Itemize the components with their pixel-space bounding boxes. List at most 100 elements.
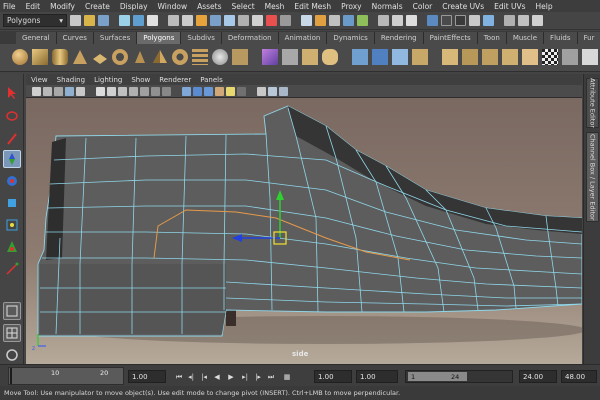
select-hierarchy-icon[interactable] (119, 15, 130, 26)
channel-box-tab[interactable]: Channel Box / Layer Editor (586, 132, 599, 222)
shadows-icon[interactable] (237, 87, 246, 96)
step-back-frame-icon[interactable]: ◂| (186, 372, 196, 382)
poly-cube-icon[interactable] (32, 49, 48, 65)
menu-file[interactable]: File (3, 2, 16, 11)
select-surfaces-icon[interactable] (224, 15, 235, 26)
gate-mask-icon[interactable] (129, 87, 138, 96)
insert-edge-loop-icon[interactable] (562, 49, 578, 65)
textured-icon[interactable] (215, 87, 224, 96)
panel-menu-lighting[interactable]: Lighting (94, 76, 122, 84)
snap-grid-icon[interactable] (301, 15, 312, 26)
extract-icon[interactable] (302, 49, 318, 65)
outliner-layout-icon[interactable] (3, 346, 21, 364)
select-curves-icon[interactable] (210, 15, 221, 26)
playback-end-field[interactable]: 24.00 (519, 370, 557, 383)
smooth-shade-icon[interactable] (193, 87, 202, 96)
shelf-tab-subdivs[interactable]: Subdivs (181, 32, 222, 44)
attribute-editor-toggle-icon[interactable] (518, 15, 529, 26)
uv-editor-icon[interactable] (582, 49, 598, 65)
poly-pipe-icon[interactable] (172, 49, 188, 65)
bevel-icon[interactable] (522, 49, 538, 65)
paint-select-tool-icon[interactable] (3, 130, 21, 148)
two-d-pan-zoom-icon[interactable] (76, 87, 85, 96)
universal-manipulator-icon[interactable] (3, 216, 21, 234)
lasso-tool-icon[interactable] (3, 108, 21, 126)
shelf-tab-painteffects[interactable]: PaintEffects (423, 32, 478, 44)
animation-preferences-icon[interactable]: ▦ (282, 372, 292, 382)
poly-pyramid-icon[interactable] (152, 49, 168, 65)
poly-plane-icon[interactable] (92, 49, 108, 65)
save-scene-icon[interactable] (98, 15, 109, 26)
panel-menu-view[interactable]: View (31, 76, 48, 84)
select-joints-icon[interactable] (196, 15, 207, 26)
snap-point-icon[interactable] (329, 15, 340, 26)
lock-selection-icon[interactable] (168, 15, 179, 26)
shelf-tab-muscle[interactable]: Muscle (506, 32, 545, 44)
select-rendering-icon[interactable] (266, 15, 277, 26)
input-ops-icon[interactable] (392, 15, 403, 26)
select-component-icon[interactable] (147, 15, 158, 26)
select-camera-icon[interactable] (32, 87, 41, 96)
safe-action-icon[interactable] (151, 87, 160, 96)
menu-display[interactable]: Display (120, 2, 148, 11)
render-view-icon[interactable] (427, 15, 438, 26)
step-forward-frame-icon[interactable]: |▸ (253, 372, 263, 382)
film-gate-icon[interactable] (107, 87, 116, 96)
panel-menu-shading[interactable]: Shading (57, 76, 85, 84)
shoe-mesh-scene[interactable]: z (26, 98, 582, 364)
use-all-lights-icon[interactable] (226, 87, 235, 96)
select-object-icon[interactable] (133, 15, 144, 26)
hypershade-icon[interactable] (483, 15, 494, 26)
menu-help[interactable]: Help (536, 2, 553, 11)
menu-create-uvs[interactable]: Create UVs (442, 2, 484, 11)
menu-edit-uvs[interactable]: Edit UVs (494, 2, 525, 11)
shelf-tab-deformation[interactable]: Deformation (221, 32, 279, 44)
xray-joints-icon[interactable] (279, 87, 288, 96)
shelf-tab-fluids[interactable]: Fluids (544, 32, 578, 44)
menu-assets[interactable]: Assets (197, 2, 221, 11)
poly-cone-icon[interactable] (72, 49, 88, 65)
channel-box-toggle-icon[interactable] (504, 15, 515, 26)
xray-icon[interactable] (268, 87, 277, 96)
wireframe-on-shaded-icon[interactable] (204, 87, 213, 96)
make-live-icon[interactable] (357, 15, 368, 26)
shelf-tab-animation[interactable]: Animation (278, 32, 328, 44)
shelf-tab-fur[interactable]: Fur (577, 32, 600, 44)
smooth-icon[interactable] (322, 49, 338, 65)
step-back-key-icon[interactable]: |◂ (199, 372, 209, 382)
wireframe-icon[interactable] (182, 87, 191, 96)
poly-prism-icon[interactable] (132, 49, 148, 65)
end-time-field[interactable]: 48.00 (561, 370, 597, 383)
menu-normals[interactable]: Normals (372, 2, 403, 11)
ipr-render-icon[interactable] (455, 15, 466, 26)
boolean-union-icon[interactable] (352, 49, 368, 65)
tool-settings-toggle-icon[interactable] (532, 15, 543, 26)
poly-sphere-icon[interactable] (12, 49, 28, 65)
shelf-tab-curves[interactable]: Curves (56, 32, 94, 44)
panel-menu-renderer[interactable]: Renderer (159, 76, 191, 84)
extrude-icon[interactable] (442, 49, 458, 65)
step-forward-key-icon[interactable]: ▸| (240, 372, 250, 382)
menu-edit-mesh[interactable]: Edit Mesh (294, 2, 331, 11)
select-misc-icon[interactable] (280, 15, 291, 26)
soft-modification-icon[interactable] (3, 238, 21, 256)
attribute-editor-tab[interactable]: Attribute Editor (586, 78, 599, 128)
bookmarks-icon[interactable] (54, 87, 63, 96)
select-tool-icon[interactable] (3, 84, 21, 102)
shelf-tab-dynamics[interactable]: Dynamics (327, 32, 375, 44)
time-slider[interactable]: 10 20 (8, 367, 124, 385)
shelf-tab-general[interactable]: General (16, 32, 57, 44)
select-deformations-icon[interactable] (238, 15, 249, 26)
menu-color[interactable]: Color (413, 2, 433, 11)
camera-attributes-icon[interactable] (43, 87, 52, 96)
select-dynamics-icon[interactable] (252, 15, 263, 26)
rotate-tool-icon[interactable] (3, 172, 21, 190)
field-chart-icon[interactable] (140, 87, 149, 96)
menu-edit[interactable]: Edit (26, 2, 41, 11)
poly-soccer-ball-icon[interactable] (212, 49, 228, 65)
move-tool-icon[interactable] (3, 150, 21, 168)
menu-select[interactable]: Select (232, 2, 255, 11)
snap-view-plane-icon[interactable] (343, 15, 354, 26)
grid-toggle-icon[interactable] (96, 87, 105, 96)
menu-set-select[interactable]: Polygons ▾ (3, 14, 67, 27)
